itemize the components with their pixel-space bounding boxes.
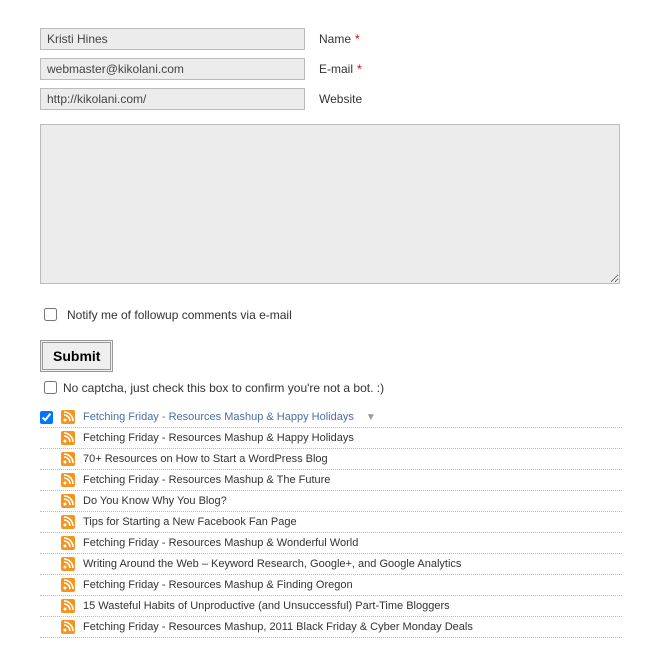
checkbox-placeholder bbox=[40, 579, 53, 592]
post-link[interactable]: Fetching Friday - Resources Mashup & Hap… bbox=[83, 432, 354, 444]
rss-icon-wrap bbox=[61, 494, 75, 508]
post-item: Fetching Friday - Resources Mashup, 2011… bbox=[40, 617, 622, 638]
checkbox-placeholder bbox=[40, 474, 53, 487]
rss-icon bbox=[61, 557, 75, 571]
post-item: Fetching Friday - Resources Mashup & The… bbox=[40, 470, 622, 491]
rss-icon-wrap bbox=[61, 473, 75, 487]
email-label: E-mail bbox=[319, 62, 353, 76]
comment-textarea[interactable] bbox=[40, 124, 620, 284]
rss-icon bbox=[61, 515, 75, 529]
rss-icon-wrap bbox=[61, 599, 75, 613]
rss-icon-wrap bbox=[61, 536, 75, 550]
post-link[interactable]: Fetching Friday - Resources Mashup, 2011… bbox=[83, 621, 473, 633]
rss-icon-wrap bbox=[61, 431, 75, 445]
rss-icon-wrap bbox=[61, 410, 75, 424]
captcha-label: No captcha, just check this box to confi… bbox=[63, 381, 384, 395]
checkbox-placeholder bbox=[40, 558, 53, 571]
checkbox-placeholder bbox=[40, 516, 53, 529]
name-label: Name bbox=[319, 32, 351, 46]
required-mark: * bbox=[355, 32, 360, 46]
post-item: Tips for Starting a New Facebook Fan Pag… bbox=[40, 512, 622, 533]
rss-icon bbox=[61, 410, 75, 424]
rss-icon bbox=[61, 536, 75, 550]
post-link[interactable]: Fetching Friday - Resources Mashup & Won… bbox=[83, 537, 358, 549]
notify-label: Notify me of followup comments via e-mai… bbox=[67, 308, 292, 322]
website-field[interactable] bbox=[40, 88, 305, 110]
post-link[interactable]: Do You Know Why You Blog? bbox=[83, 495, 227, 507]
rss-icon bbox=[61, 473, 75, 487]
post-item: 70+ Resources on How to Start a WordPres… bbox=[40, 449, 622, 470]
post-link[interactable]: Fetching Friday - Resources Mashup & The… bbox=[83, 474, 330, 486]
submit-button[interactable]: Submit bbox=[40, 340, 113, 372]
post-list: Fetching Friday - Resources Mashup & Hap… bbox=[40, 407, 622, 638]
chevron-down-icon[interactable]: ▼ bbox=[366, 412, 376, 423]
rss-icon-wrap bbox=[61, 515, 75, 529]
email-field[interactable] bbox=[40, 58, 305, 80]
rss-icon bbox=[61, 452, 75, 466]
rss-icon bbox=[61, 494, 75, 508]
checkbox-placeholder bbox=[40, 600, 53, 613]
post-item: Fetching Friday - Resources Mashup & Won… bbox=[40, 533, 622, 554]
post-link[interactable]: 70+ Resources on How to Start a WordPres… bbox=[83, 453, 328, 465]
post-item: Fetching Friday - Resources Mashup & Hap… bbox=[40, 407, 622, 428]
checkbox-placeholder bbox=[40, 495, 53, 508]
post-item: 15 Wasteful Habits of Unproductive (and … bbox=[40, 596, 622, 617]
post-item: Fetching Friday - Resources Mashup & Hap… bbox=[40, 428, 622, 449]
post-link[interactable]: Tips for Starting a New Facebook Fan Pag… bbox=[83, 516, 297, 528]
name-field[interactable] bbox=[40, 28, 305, 50]
captcha-checkbox[interactable] bbox=[44, 381, 57, 394]
post-link[interactable]: Fetching Friday - Resources Mashup & Fin… bbox=[83, 579, 353, 591]
rss-icon bbox=[61, 578, 75, 592]
rss-icon-wrap bbox=[61, 452, 75, 466]
rss-icon bbox=[61, 599, 75, 613]
post-link[interactable]: Fetching Friday - Resources Mashup & Hap… bbox=[83, 411, 354, 423]
post-select-checkbox[interactable] bbox=[40, 411, 53, 424]
checkbox-placeholder bbox=[40, 537, 53, 550]
post-item: Writing Around the Web – Keyword Researc… bbox=[40, 554, 622, 575]
rss-icon-wrap bbox=[61, 578, 75, 592]
rss-icon-wrap bbox=[61, 557, 75, 571]
post-link[interactable]: 15 Wasteful Habits of Unproductive (and … bbox=[83, 600, 450, 612]
post-item: Fetching Friday - Resources Mashup & Fin… bbox=[40, 575, 622, 596]
rss-icon-wrap bbox=[61, 620, 75, 634]
notify-checkbox[interactable] bbox=[44, 308, 57, 321]
rss-icon bbox=[61, 431, 75, 445]
post-item: Do You Know Why You Blog? bbox=[40, 491, 622, 512]
checkbox-placeholder bbox=[40, 621, 53, 634]
checkbox-placeholder bbox=[40, 432, 53, 445]
required-mark: * bbox=[357, 62, 362, 76]
post-link[interactable]: Writing Around the Web – Keyword Researc… bbox=[83, 558, 461, 570]
website-label: Website bbox=[319, 92, 362, 106]
rss-icon bbox=[61, 620, 75, 634]
checkbox-placeholder bbox=[40, 453, 53, 466]
